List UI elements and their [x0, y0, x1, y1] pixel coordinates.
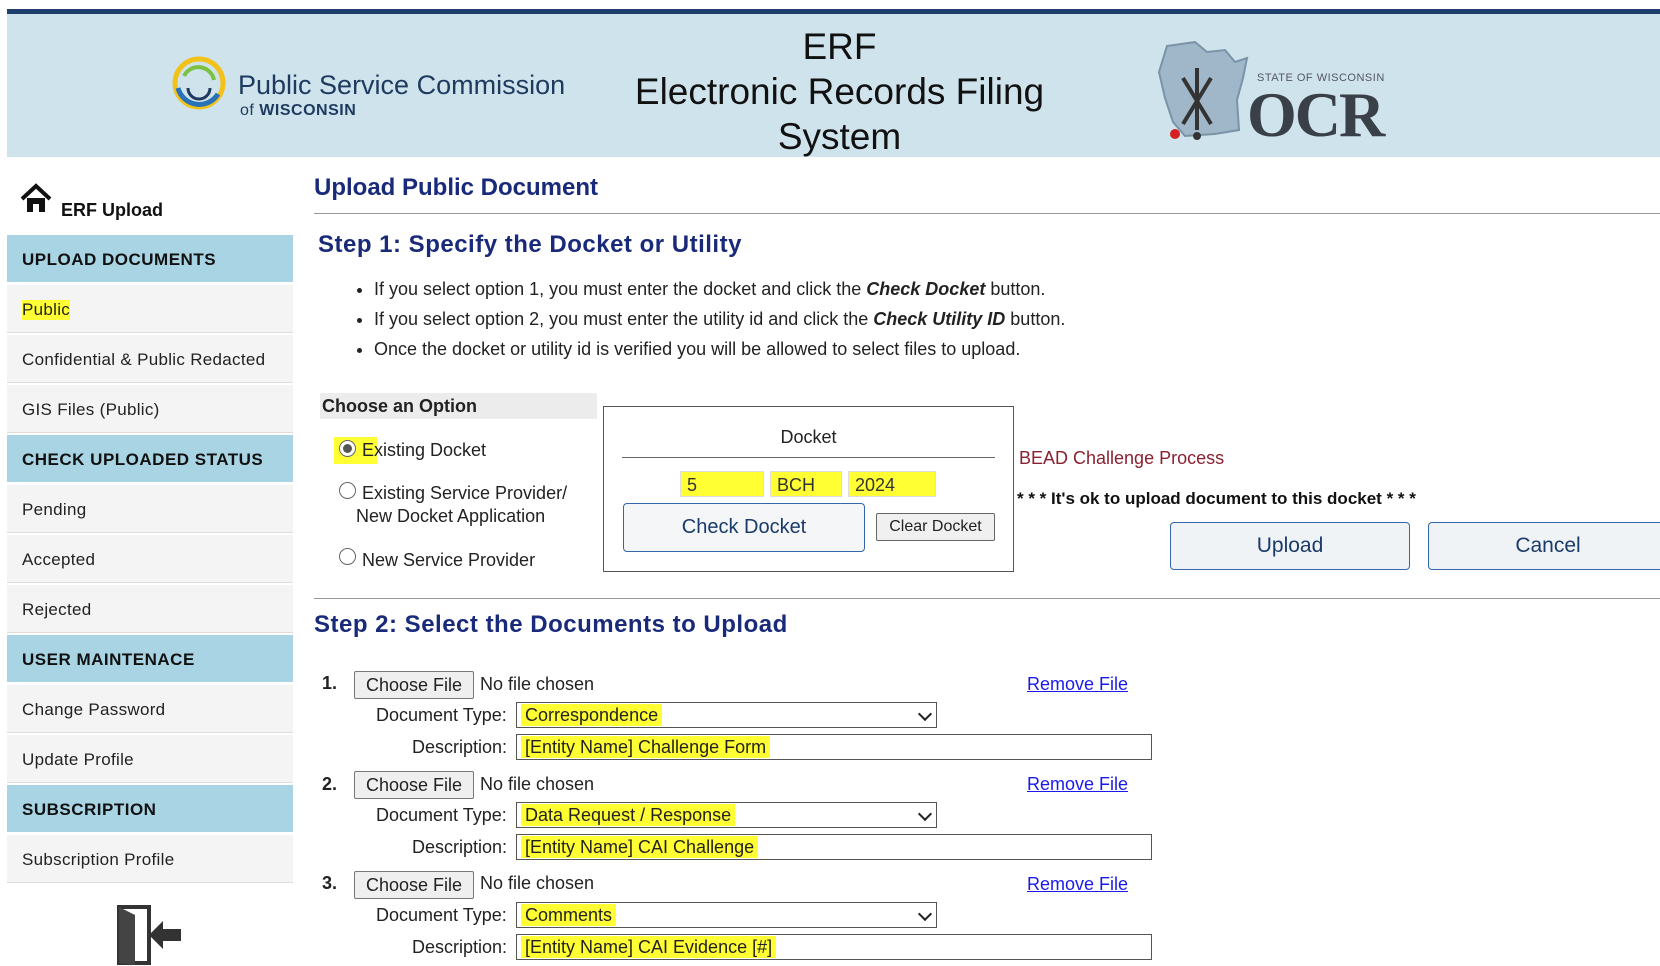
step1-heading: Step 1: Specify the Docket or Utility — [318, 231, 742, 258]
chevron-down-icon — [917, 806, 933, 822]
section-check-uploaded-status: CHECK UPLOADED STATUS — [7, 435, 293, 482]
radio-label-new-service-provider[interactable]: New Service Provider — [362, 550, 535, 571]
option-heading: Choose an Option — [320, 393, 597, 419]
docket-part2-input[interactable]: BCH — [770, 471, 842, 497]
remove-file-link[interactable]: Remove File — [1027, 874, 1128, 895]
docket-part1-input[interactable]: 5 — [680, 471, 764, 497]
docket-status-message: * * * It's ok to upload document to this… — [1017, 489, 1416, 508]
file-status: No file chosen — [480, 774, 595, 794]
radio-existing-docket[interactable] — [339, 440, 356, 457]
document-type-label: Document Type: — [376, 705, 507, 725]
divider — [314, 598, 1660, 599]
ocr-logo-text: OCR — [1247, 79, 1385, 150]
instructions-list: If you select option 1, you must enter t… — [350, 276, 1065, 366]
docket-part3-input[interactable]: 2024 — [848, 471, 936, 497]
clear-docket-button[interactable]: Clear Docket — [876, 513, 995, 541]
sidebar-item-pending[interactable]: Pending — [7, 485, 293, 533]
check-docket-button[interactable]: Check Docket — [623, 503, 865, 552]
docket-panel: Docket 5 BCH 2024 Check Docket Clear Doc… — [603, 406, 1014, 572]
sidebar-item-accepted[interactable]: Accepted — [7, 535, 293, 583]
section-subscription: SUBSCRIPTION — [7, 785, 293, 832]
section-upload-documents: UPLOAD DOCUMENTS — [7, 235, 293, 282]
choose-file-button[interactable]: Choose File — [354, 671, 474, 699]
instruction-item: If you select option 2, you must enter t… — [374, 306, 1065, 336]
home-icon[interactable] — [20, 183, 52, 213]
wisconsin-map-icon — [1157, 40, 1249, 140]
description-label: Description: — [412, 937, 508, 957]
instruction-item: If you select option 1, you must enter t… — [374, 276, 1065, 306]
radio-new-service-provider[interactable] — [339, 548, 356, 565]
docket-name: BEAD Challenge Process — [1019, 448, 1225, 468]
sidebar-item-update-profile[interactable]: Update Profile — [7, 735, 293, 783]
description-input[interactable]: [Entity Name] CAI Evidence [#] — [516, 934, 1152, 960]
radio-label-new-docket-application[interactable]: New Docket Application — [356, 506, 545, 527]
file-status: No file chosen — [480, 674, 595, 694]
step2-heading: Step 2: Select the Documents to Upload — [314, 611, 788, 638]
main-heading: Upload Public Document — [314, 174, 599, 201]
file-row-number: 2. — [322, 774, 338, 794]
top-border — [0, 0, 1660, 14]
document-type-select[interactable]: Data Request / Response — [516, 802, 937, 828]
sidebar-item-gis-files-public[interactable]: GIS Files (Public) — [7, 385, 293, 433]
file-row-number: 3. — [322, 873, 338, 893]
description-label: Description: — [412, 837, 508, 857]
sidebar-item-subscription-profile[interactable]: Subscription Profile — [7, 835, 293, 883]
file-row-number: 1. — [322, 673, 338, 693]
sidebar-item-change-password[interactable]: Change Password — [7, 685, 293, 733]
upload-button[interactable]: Upload — [1170, 522, 1410, 570]
description-label: Description: — [412, 737, 508, 757]
radio-label-existing-service-provider[interactable]: Existing Service Provider/ — [362, 483, 567, 504]
document-type-select[interactable]: Comments — [516, 902, 937, 928]
sidebar-item-public[interactable]: Public — [7, 285, 293, 333]
document-type-label: Document Type: — [376, 905, 507, 925]
choose-file-button[interactable]: Choose File — [354, 871, 474, 899]
radio-label-existing-docket[interactable]: Existing Docket — [362, 440, 486, 461]
erf-upload-home-link[interactable]: ERF Upload — [61, 200, 163, 221]
description-input[interactable]: [Entity Name] CAI Challenge — [516, 834, 1152, 860]
cancel-button[interactable]: Cancel — [1428, 522, 1660, 570]
org-subtitle: of WISCONSIN — [240, 102, 357, 119]
choose-file-button[interactable]: Choose File — [354, 771, 474, 799]
logout-icon[interactable] — [115, 905, 185, 965]
document-type-select[interactable]: Correspondence — [516, 702, 937, 728]
file-status: No file chosen — [480, 873, 595, 893]
site-header: Public Service Commission of WISCONSIN E… — [7, 14, 1660, 157]
radio-existing-service-provider[interactable] — [339, 482, 356, 499]
sidebar-item-rejected[interactable]: Rejected — [7, 585, 293, 633]
description-input[interactable]: [Entity Name] Challenge Form — [516, 734, 1152, 760]
page-title: ERF Electronic Records Filing System — [634, 26, 1045, 157]
remove-file-link[interactable]: Remove File — [1027, 674, 1128, 695]
docket-divider — [622, 457, 995, 458]
section-user-maintenance: USER MAINTENACE — [7, 635, 293, 682]
chevron-down-icon — [917, 906, 933, 922]
psc-logo-icon — [172, 56, 226, 110]
chevron-down-icon — [917, 706, 933, 722]
remove-file-link[interactable]: Remove File — [1027, 774, 1128, 795]
instruction-item: Once the docket or utility id is verifie… — [374, 336, 1065, 366]
divider — [314, 213, 1660, 214]
document-type-label: Document Type: — [376, 805, 507, 825]
org-name: Public Service Commission — [238, 70, 566, 100]
docket-label: Docket — [780, 427, 837, 447]
sidebar-item-confidential-public-redacted[interactable]: Confidential & Public Redacted — [7, 335, 293, 383]
